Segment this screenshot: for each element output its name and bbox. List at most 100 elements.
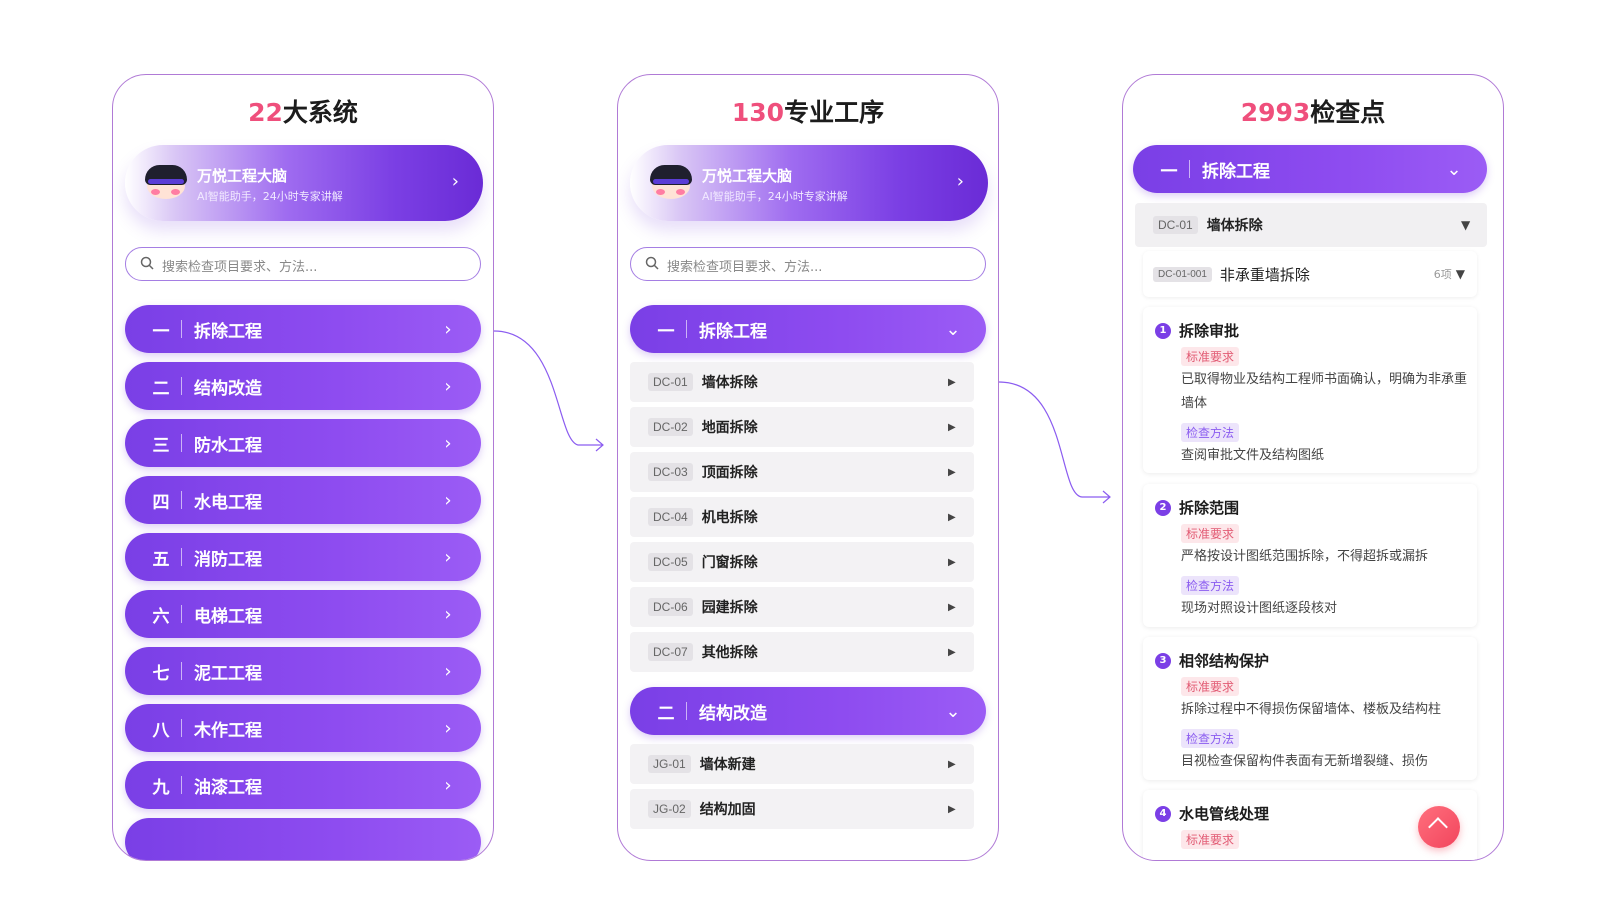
process-code: DC-06	[648, 598, 693, 616]
subitem-header[interactable]: DC-01-001 非承重墙拆除 6项 ▼	[1143, 251, 1477, 297]
chevron-right-icon: ›	[444, 375, 452, 397]
process-label: 地面拆除	[701, 420, 758, 436]
search-placeholder: 搜索检查项目要求、方法...	[162, 260, 318, 275]
standard-text: 严格按设计图纸范围拆除，不得超拆或漏拆	[1181, 549, 1429, 564]
back-to-top-button[interactable]	[1418, 806, 1460, 848]
process-header[interactable]: DC-01 墙体拆除 ▼	[1135, 203, 1487, 247]
process-row[interactable]: DC-06 园建拆除 ▶	[630, 587, 974, 627]
process-row[interactable]: DC-02 地面拆除 ▶	[630, 407, 974, 447]
process-row[interactable]: DC-07 其他拆除 ▶	[630, 632, 974, 672]
checkpoint-card: 3 相邻结构保护 标准要求 拆除过程中不得损伤保留墙体、楼板及结构柱 检查方法 目…	[1143, 637, 1477, 780]
ai-assistant-banner[interactable]: 万悦工程大脑 AI智能助手，24小时专家讲解 ›	[125, 145, 483, 221]
process-label: 墙体拆除	[1206, 218, 1263, 234]
search-input[interactable]: 搜索检查项目要求、方法...	[630, 247, 986, 281]
section-label: 结构改造	[699, 703, 767, 724]
connector-arrow-1	[493, 330, 603, 446]
search-icon	[140, 256, 154, 270]
process-code: DC-03	[648, 463, 693, 481]
section-item-partial[interactable]	[125, 818, 481, 860]
section-item[interactable]: 七 泥工工程 ›	[125, 647, 481, 695]
section-item[interactable]: 六 电梯工程 ›	[125, 590, 481, 638]
card-title: 拆除审批	[1179, 322, 1240, 340]
section-item[interactable]: 二 结构改造 ›	[125, 362, 481, 410]
method-tag: 检查方法	[1181, 576, 1240, 595]
standard-text: 已取得物业及结构工程师书面确认，明确为非承重墙体	[1181, 372, 1468, 411]
section-item-expanded[interactable]: 一 拆除工程 ⌄	[630, 305, 986, 353]
chevron-right-icon: ›	[444, 603, 452, 625]
card-number: 4	[1155, 805, 1171, 822]
checkpoint-card: 1 拆除审批 标准要求 已取得物业及结构工程师书面确认，明确为非承重墙体 检查方法…	[1143, 307, 1477, 473]
section-item-expanded[interactable]: 二 结构改造 ⌄	[630, 687, 986, 735]
subitem-code: DC-01-001	[1153, 266, 1212, 282]
ai-assistant-banner[interactable]: 万悦工程大脑 AI智能助手，24小时专家讲解 ›	[630, 145, 988, 221]
banner-title: 万悦工程大脑	[197, 167, 288, 185]
section-label: 拆除工程	[1202, 161, 1270, 182]
checkpoint-card: 2 拆除范围 标准要求 严格按设计图纸范围拆除，不得超拆或漏拆 检查方法 现场对照…	[1143, 484, 1477, 627]
chevron-right-icon: ›	[444, 660, 452, 682]
card-title: 相邻结构保护	[1179, 652, 1270, 670]
chevron-right-icon: ›	[444, 318, 452, 340]
process-row[interactable]: DC-03 顶面拆除 ▶	[630, 452, 974, 492]
search-input[interactable]: 搜索检查项目要求、方法...	[125, 247, 481, 281]
chevron-right-icon: ›	[444, 546, 452, 568]
card-number: 3	[1155, 652, 1171, 669]
section-label: 泥工工程	[194, 663, 262, 684]
checkpoints-phone-panel: 2993检查点 一 拆除工程 ⌄ DC-01 墙体拆除 ▼ DC-01-001 非承重墙拆…	[1122, 74, 1504, 861]
subitem-count: 6项	[1433, 268, 1452, 281]
section-number: 一	[1160, 161, 1178, 182]
section-label: 消防工程	[194, 549, 262, 570]
standard-tag: 标准要求	[1181, 677, 1240, 696]
triangle-right-icon: ▶	[948, 646, 956, 658]
panel-title: 2993检查点	[1123, 93, 1503, 129]
section-item-expanded[interactable]: 一 拆除工程 ⌄	[1133, 145, 1487, 193]
banner-title: 万悦工程大脑	[702, 167, 793, 185]
method-tag: 检查方法	[1181, 423, 1240, 442]
section-label: 防水工程	[194, 435, 262, 456]
process-row[interactable]: JG-02 结构加固 ▶	[630, 789, 974, 829]
section-label: 电梯工程	[194, 606, 262, 627]
title-number: 2993	[1240, 98, 1311, 127]
process-row[interactable]: DC-01 墙体拆除 ▶	[630, 362, 974, 402]
chevron-right-icon: ›	[444, 432, 452, 454]
section-item[interactable]: 三 防水工程 ›	[125, 419, 481, 467]
section-label: 结构改造	[194, 378, 262, 399]
section-number: 一	[152, 321, 170, 342]
process-row[interactable]: JG-01 墙体新建 ▶	[630, 744, 974, 784]
connector-arrow-2	[998, 381, 1110, 498]
process-row[interactable]: DC-04 机电拆除 ▶	[630, 497, 974, 537]
panel-title: 22大系统	[113, 93, 493, 129]
title-number: 130	[731, 98, 785, 127]
triangle-right-icon: ▶	[948, 758, 956, 770]
chevron-down-icon: ⌄	[945, 318, 961, 340]
section-number: 二	[657, 703, 675, 724]
section-label: 拆除工程	[699, 321, 767, 342]
card-title: 水电管线处理	[1179, 805, 1270, 823]
chevron-right-icon: ›	[444, 774, 452, 796]
method-tag: 检查方法	[1181, 729, 1240, 748]
section-number: 二	[152, 378, 170, 399]
section-item[interactable]: 九 油漆工程 ›	[125, 761, 481, 809]
triangle-right-icon: ▶	[948, 511, 956, 523]
chevron-right-icon: ›	[956, 171, 964, 192]
process-row[interactable]: DC-05 门窗拆除 ▶	[630, 542, 974, 582]
chevron-right-icon: ›	[444, 717, 452, 739]
triangle-right-icon: ▶	[948, 376, 956, 388]
process-code: DC-04	[648, 508, 693, 526]
section-item[interactable]: 五 消防工程 ›	[125, 533, 481, 581]
process-label: 其他拆除	[701, 645, 758, 661]
process-label: 墙体新建	[699, 757, 756, 773]
standard-text: 拆除过程中不得损伤保留墙体、楼板及结构柱	[1181, 702, 1442, 717]
section-number: 八	[152, 720, 170, 741]
triangle-down-icon: ▼	[1455, 267, 1465, 281]
systems-phone-panel: 22大系统 万悦工程大脑 AI智能助手，24小时专家讲解 › 搜索检查项目要求、…	[112, 74, 494, 861]
section-label: 木作工程	[194, 720, 262, 741]
triangle-right-icon: ▶	[948, 803, 956, 815]
section-item[interactable]: 一 拆除工程 ›	[125, 305, 481, 353]
section-item[interactable]: 四 水电工程 ›	[125, 476, 481, 524]
method-text: 目视检查保留构件表面有无新增裂缝、损伤	[1181, 754, 1429, 769]
triangle-right-icon: ▶	[948, 601, 956, 613]
process-code: DC-01	[1153, 216, 1198, 234]
section-item[interactable]: 八 木作工程 ›	[125, 704, 481, 752]
title-text: 大系统	[282, 98, 358, 127]
subitem-label: 非承重墙拆除	[1219, 265, 1310, 284]
